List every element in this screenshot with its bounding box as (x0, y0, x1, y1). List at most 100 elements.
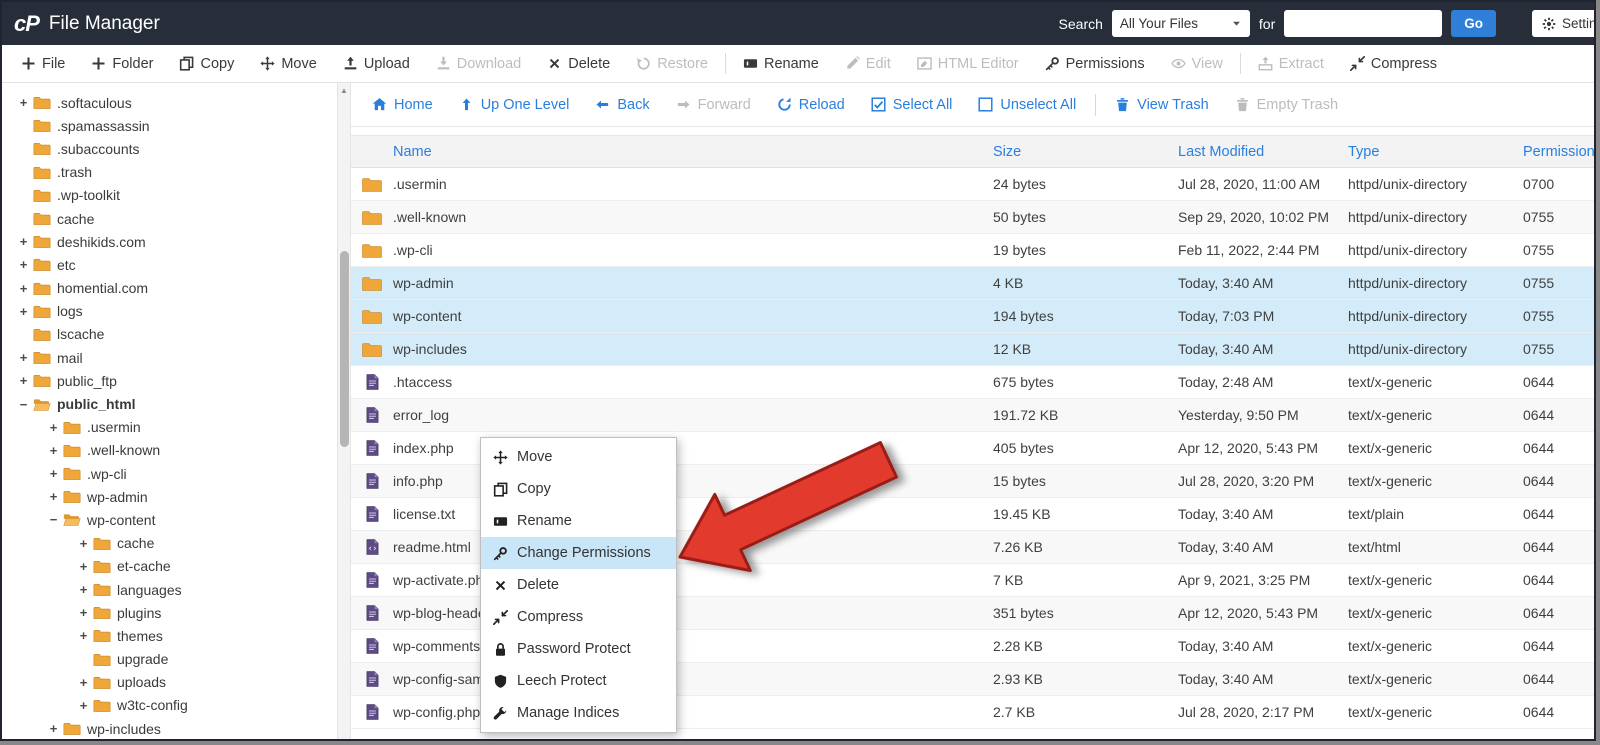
context-menu-leech-protect[interactable]: Leech Protect (481, 665, 676, 697)
nav-select-all-link[interactable]: Select All (858, 97, 966, 113)
cell-permissions: 0644 (1523, 440, 1555, 456)
tree-label: public_ftp (57, 372, 117, 389)
column-header-type[interactable]: Type (1348, 144, 1523, 160)
toolbar-file-button[interactable]: File (8, 45, 78, 82)
toolbar-label: Upload (363, 55, 410, 72)
table-row-htaccess[interactable]: .htaccess 675 bytes Today, 2:48 AM text/x-g… (351, 366, 1594, 399)
toolbar-label: Delete (568, 55, 611, 72)
sidebar-item-uploads[interactable]: + uploads (2, 671, 350, 694)
sidebar-item-w3tc-config[interactable]: + w3tc-config (2, 694, 350, 717)
sidebar-item-trash[interactable]: .trash (2, 161, 350, 184)
toolbar-label: File (42, 55, 66, 72)
context-menu-move[interactable]: Move (481, 441, 676, 473)
sidebar-item-wp-content[interactable]: − wp-content (2, 508, 350, 531)
sidebar-item-etc[interactable]: + etc (2, 253, 350, 276)
sidebar-item-softaculous[interactable]: + .softaculous (2, 91, 350, 114)
toolbar-copy-button[interactable]: Copy (166, 45, 247, 82)
sidebar-item-well-known[interactable]: + .well-known (2, 439, 350, 462)
toolbar-permissions-button[interactable]: Permissions (1032, 45, 1158, 82)
sidebar-scrollbar[interactable]: ▲ (337, 83, 350, 739)
sidebar-item-logs[interactable]: + logs (2, 300, 350, 323)
tree-expander: + (19, 280, 28, 296)
sidebar-item-cache[interactable]: + cache (2, 532, 350, 555)
sidebar-item-public-ftp[interactable]: + public_ftp (2, 369, 350, 392)
context-menu-rename[interactable]: Rename (481, 505, 676, 537)
table-row-usermin[interactable]: .usermin 24 bytes Jul 28, 2020, 11:00 AM ht… (351, 168, 1594, 201)
toolbar-compress-button[interactable]: Compress (1337, 45, 1450, 82)
context-menu-change-permissions[interactable]: Change Permissions (481, 537, 676, 569)
table-row-wp-includes[interactable]: wp-includes 12 KB Today, 3:40 AM httpd/unix… (351, 333, 1594, 366)
toolbar-move-button[interactable]: Move (247, 45, 329, 82)
table-row-wp-admin[interactable]: wp-admin 4 KB Today, 3:40 AM httpd/unix-dir… (351, 267, 1594, 300)
context-menu-compress[interactable]: Compress (481, 601, 676, 633)
column-header-size[interactable]: Size (993, 144, 1178, 160)
cell-size: 50 bytes (993, 209, 1046, 225)
context-menu-copy[interactable]: Copy (481, 473, 676, 505)
tree-label: cache (117, 535, 155, 552)
sidebar-item-mail[interactable]: + mail (2, 346, 350, 369)
sidebar-item-wp-includes[interactable]: + wp-includes (2, 717, 350, 739)
go-button[interactable]: Go (1451, 10, 1496, 37)
sidebar-item-et-cache[interactable]: + et-cache (2, 555, 350, 578)
nav-home-link[interactable]: Home (359, 97, 446, 113)
sidebar-item-wp-admin[interactable]: + wp-admin (2, 485, 350, 508)
nav-unselect-all-link[interactable]: Unselect All (965, 97, 1089, 113)
table-row-error-log[interactable]: error_log 191.72 KB Yesterday, 9:50 PM text… (351, 399, 1594, 432)
sidebar-item-deshikids-com[interactable]: + deshikids.com (2, 230, 350, 253)
sidebar-item-plugins[interactable]: + plugins (2, 601, 350, 624)
htmledit-icon (917, 57, 932, 70)
home-icon (372, 98, 387, 111)
toolbar-rename-button[interactable]: Rename (730, 45, 832, 82)
cell-modified: Jul 28, 2020, 2:17 PM (1178, 704, 1315, 720)
toolbar-upload-button[interactable]: Upload (330, 45, 423, 82)
nav-up-one-level-link[interactable]: Up One Level (446, 97, 583, 113)
table-row-wp-content[interactable]: wp-content 194 bytes Today, 7:03 PM httpd/u… (351, 300, 1594, 333)
cell-permissions: 0644 (1523, 572, 1555, 588)
cell-type: text/x-generic (1348, 407, 1433, 423)
settings-button[interactable]: Settings (1532, 10, 1594, 37)
sidebar-item-upgrade[interactable]: upgrade (2, 648, 350, 671)
column-header-last-modified[interactable]: Last Modified (1178, 144, 1348, 160)
sidebar-item-subaccounts[interactable]: .subaccounts (2, 137, 350, 160)
sidebar-item-lscache[interactable]: lscache (2, 323, 350, 346)
cell-size: 4 KB (993, 275, 1024, 291)
toolbar-delete-button[interactable]: Delete (534, 45, 623, 82)
sidebar-item-public-html[interactable]: − public_html (2, 392, 350, 415)
nav-back-link[interactable]: Back (582, 97, 662, 113)
tree-label: public_html (57, 396, 136, 413)
sidebar-item-themes[interactable]: + themes (2, 624, 350, 647)
nav-view-trash-link[interactable]: View Trash (1102, 97, 1221, 113)
nav-reload-link[interactable]: Reload (764, 97, 858, 113)
table-row-well-known[interactable]: .well-known 50 bytes Sep 29, 2020, 10:02 P… (351, 201, 1594, 234)
scrollbar-up-arrow[interactable]: ▲ (338, 83, 350, 98)
sidebar-item-wp-toolkit[interactable]: .wp-toolkit (2, 184, 350, 207)
column-header-name[interactable]: Name (393, 144, 993, 160)
tree-label: .softaculous (57, 94, 132, 111)
row-icon-cell (366, 539, 379, 555)
sidebar-item-homential-com[interactable]: + homential.com (2, 277, 350, 300)
sidebar-item-wp-cli[interactable]: + .wp-cli (2, 462, 350, 485)
column-header-permissions[interactable]: Permissions (1523, 144, 1594, 160)
compress-icon (1349, 56, 1365, 71)
toolbar-label: Move (281, 55, 317, 72)
tree-label: deshikids.com (57, 233, 146, 250)
sidebar-item-cache[interactable]: cache (2, 207, 350, 230)
nav-label: Empty Trash (1256, 96, 1339, 113)
sidebar-item-spamassassin[interactable]: .spamassassin (2, 114, 350, 137)
folder-icon (362, 309, 382, 324)
context-menu-password-protect[interactable]: Password Protect (481, 633, 676, 665)
tree-label: mail (57, 349, 83, 366)
cell-type: httpd/unix-directory (1348, 308, 1468, 324)
context-menu-delete[interactable]: Delete (481, 569, 676, 601)
cell-permissions: 0755 (1523, 341, 1555, 357)
search-scope-select[interactable]: All Your Files (1111, 10, 1250, 37)
scrollbar-thumb[interactable] (340, 251, 349, 447)
search-input[interactable] (1284, 10, 1443, 37)
context-menu-manage-indices[interactable]: Manage Indices (481, 697, 676, 729)
table-row-wp-cli[interactable]: .wp-cli 19 bytes Feb 11, 2022, 2:44 PM http… (351, 234, 1594, 267)
sidebar-item-usermin[interactable]: + .usermin (2, 416, 350, 439)
sidebar-item-languages[interactable]: + languages (2, 578, 350, 601)
up-icon (462, 98, 471, 111)
pencil-icon (847, 56, 860, 69)
toolbar-folder-button[interactable]: Folder (78, 45, 166, 82)
